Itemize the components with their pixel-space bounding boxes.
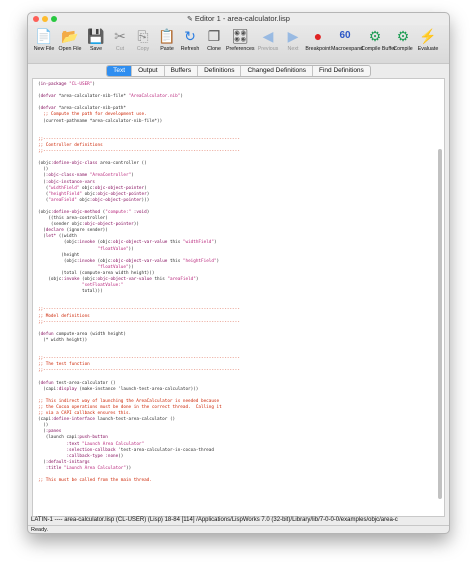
new-file-button[interactable]: 📄 New File xyxy=(30,27,58,52)
scrollbar-thumb[interactable] xyxy=(438,149,442,499)
lispworks-document-icon: ✎ xyxy=(187,16,193,23)
toolbar-button-label: New File xyxy=(33,46,55,52)
toolbar-button-label: Previous xyxy=(257,46,279,52)
tab-changed-definitions[interactable]: Changed Definitions xyxy=(240,66,312,76)
code-text[interactable]: (in-package "CL-USER") (defvar *area-calc… xyxy=(38,82,432,484)
toolbar-button-label: Clone xyxy=(207,46,221,52)
compile-icon: ⚙ xyxy=(396,28,410,44)
tab-buffers[interactable]: Buffers xyxy=(163,66,197,76)
previous-arrow-icon: ◀ xyxy=(262,28,274,44)
new-file-icon: 📄 xyxy=(35,28,53,44)
vertical-scrollbar[interactable] xyxy=(437,81,443,514)
tab-find-definitions[interactable]: Find Definitions xyxy=(312,66,370,76)
refresh-icon: ↻ xyxy=(184,28,196,44)
save-icon: 💾 xyxy=(87,28,105,44)
toolbar: 📄 New File 📂 Open File 💾 Save ✂ Cut ⎘ Copy 📋 Paste ↻… xyxy=(28,25,449,64)
toolbar-button-label: Breakpoint xyxy=(305,46,331,52)
breakpoint-button[interactable]: ● Breakpoint xyxy=(304,27,332,52)
open-folder-icon: 📂 xyxy=(61,28,79,44)
paste-icon: 📋 xyxy=(158,28,176,44)
toolbar-button-label: Open File xyxy=(58,46,82,52)
next-button[interactable]: ▶ Next xyxy=(279,27,307,52)
mode-line-text: LATIN-1 ---- area-calculator.lisp (CL-US… xyxy=(31,517,398,523)
echo-area: Ready. xyxy=(28,525,449,533)
code-line: ;; This must be called from the main thr… xyxy=(38,478,152,484)
evaluate-button[interactable]: ⚡ Evaluate xyxy=(414,27,442,52)
compile-button[interactable]: ⚙ Compile xyxy=(389,27,417,52)
open-file-button[interactable]: 📂 Open File xyxy=(56,27,84,52)
toolbar-button-label: Evaluate xyxy=(417,46,439,52)
tab-text[interactable]: Text xyxy=(107,66,132,76)
clone-button[interactable]: ❐ Clone xyxy=(200,27,228,52)
toolbar-button-label: Next xyxy=(287,46,299,52)
preferences-button[interactable]: 🎛 Preferences xyxy=(226,27,255,52)
editor-window: ✎ Editor 1 - area-calculator.lisp 📄 New Fi… xyxy=(27,12,450,534)
compile-buffer-button[interactable]: ⚙ Compile Buffer xyxy=(361,27,396,52)
clone-icon: ❐ xyxy=(207,28,221,44)
previous-button[interactable]: ◀ Previous xyxy=(254,27,282,52)
title-bar: ✎ Editor 1 - area-calculator.lisp xyxy=(28,13,449,25)
macroexpand-button[interactable]: 60 Macroexpand xyxy=(331,27,364,52)
compile-buffer-icon: ⚙ xyxy=(368,28,382,44)
echo-area-text: Ready. xyxy=(31,527,49,533)
evaluate-icon: ⚡ xyxy=(419,28,437,44)
breakpoint-icon: ● xyxy=(313,28,323,44)
copy-icon: ⎘ xyxy=(137,28,149,44)
mode-line: LATIN-1 ---- area-calculator.lisp (CL-US… xyxy=(28,516,449,524)
window-title-text: Editor 1 - area-calculator.lisp xyxy=(194,14,290,23)
window-title: ✎ Editor 1 - area-calculator.lisp xyxy=(28,14,449,23)
code-editor[interactable]: (in-package "CL-USER") (defvar *area-calc… xyxy=(32,78,445,517)
scissors-icon: ✂ xyxy=(114,28,126,44)
next-arrow-icon: ▶ xyxy=(287,28,299,44)
toolbar-button-label: Compile xyxy=(393,46,413,52)
toolbar-button-label: Preferences xyxy=(226,46,255,52)
toolbar-button-label: Compile Buffer xyxy=(361,46,396,52)
tab-bar: Text Output Buffers Definitions Changed Defi… xyxy=(28,64,449,77)
preferences-icon: 🎛 xyxy=(231,28,249,44)
macroexpand-icon: 60 xyxy=(339,30,351,41)
tab-definitions[interactable]: Definitions xyxy=(197,66,240,76)
view-tabs: Text Output Buffers Definitions Changed Defi… xyxy=(106,65,371,77)
toolbar-button-label: Macroexpand xyxy=(331,46,364,52)
tab-output[interactable]: Output xyxy=(131,66,164,76)
